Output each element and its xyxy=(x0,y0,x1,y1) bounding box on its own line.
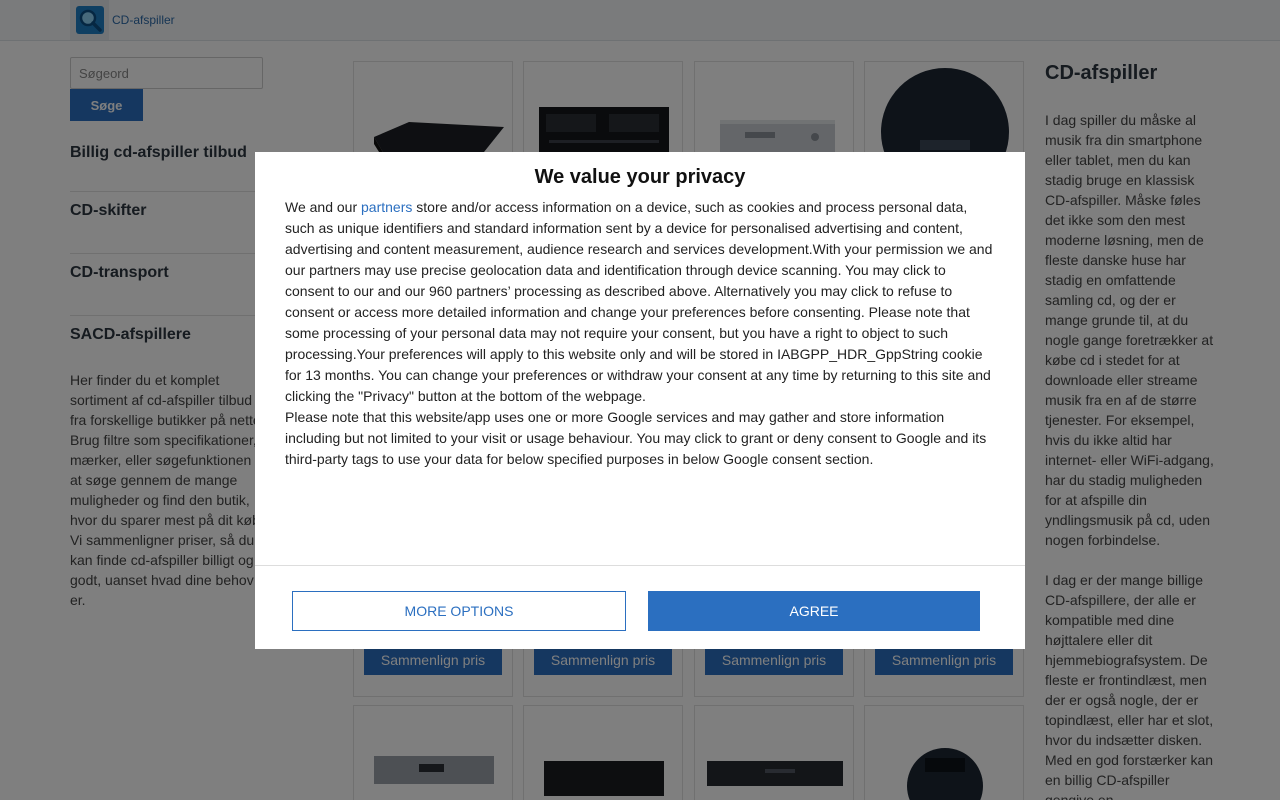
consent-footer: MORE OPTIONS AGREE xyxy=(255,565,1025,649)
consent-body: We and our partners store and/or access … xyxy=(285,197,997,470)
consent-intro-after: store and/or access information on a dev… xyxy=(285,199,993,404)
consent-title: We value your privacy xyxy=(534,166,746,188)
partners-link[interactable]: partners xyxy=(361,199,412,215)
google-notice: Please note that this website/app uses o… xyxy=(285,409,987,467)
consent-dialog: We value your privacy We and our partner… xyxy=(255,152,1025,649)
agree-button[interactable]: AGREE xyxy=(648,591,980,631)
consent-overlay: We value your privacy We and our partner… xyxy=(0,0,1280,800)
more-options-button[interactable]: MORE OPTIONS xyxy=(292,591,626,631)
consent-intro-before: We and our xyxy=(285,199,362,215)
